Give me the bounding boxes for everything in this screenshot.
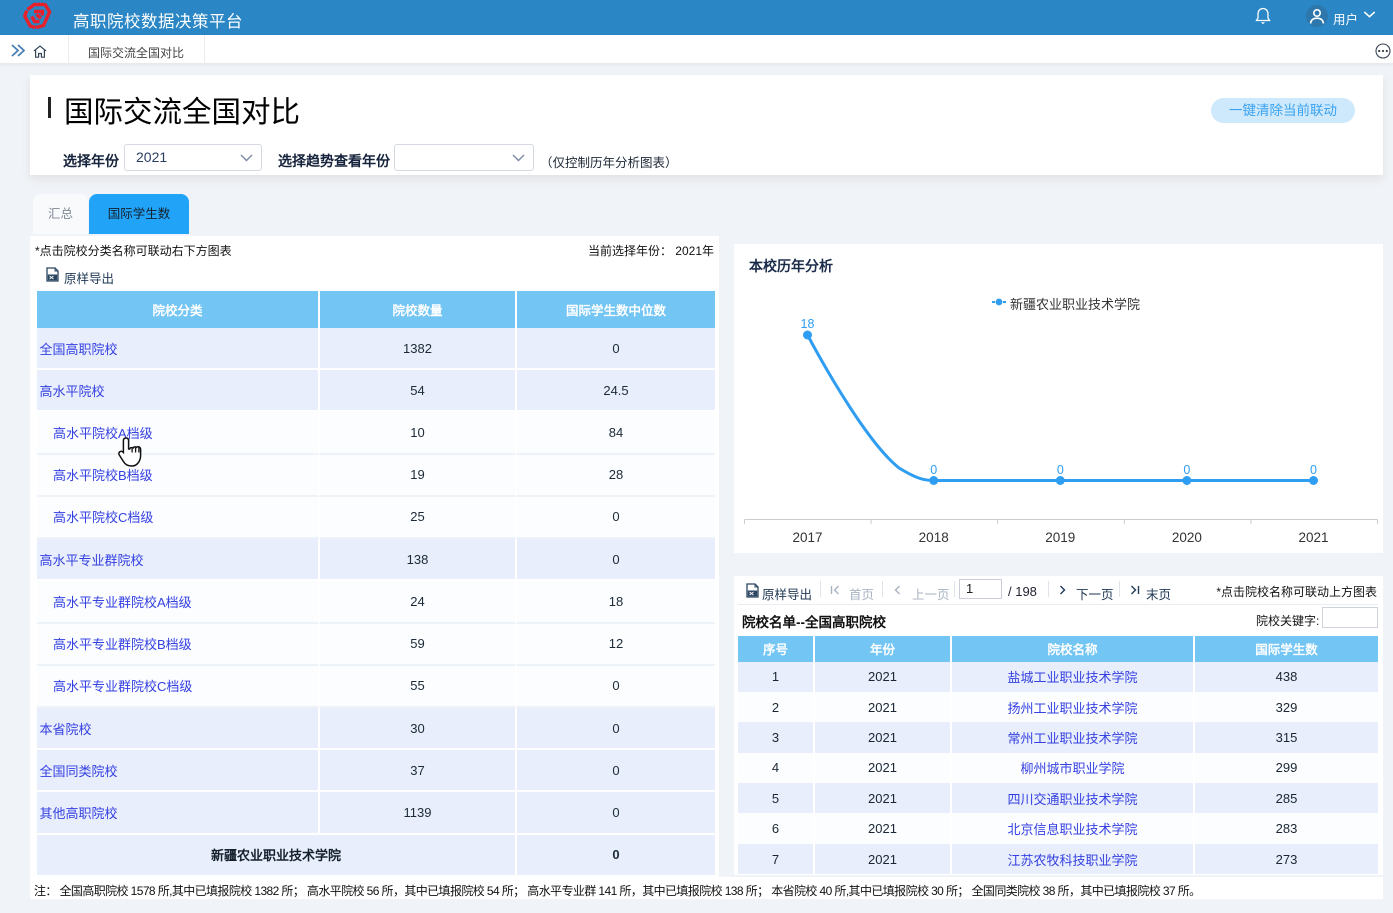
svg-text:2018: 2018	[919, 530, 949, 545]
svg-text:0: 0	[930, 463, 937, 477]
svg-text:0: 0	[1310, 463, 1317, 477]
svg-text:0: 0	[1183, 463, 1190, 477]
svg-text:0: 0	[1057, 463, 1064, 477]
svg-text:18: 18	[801, 317, 815, 331]
svg-text:2019: 2019	[1045, 530, 1075, 545]
svg-text:2017: 2017	[792, 530, 822, 545]
svg-text:2021: 2021	[1298, 530, 1328, 545]
svg-text:2020: 2020	[1172, 530, 1202, 545]
